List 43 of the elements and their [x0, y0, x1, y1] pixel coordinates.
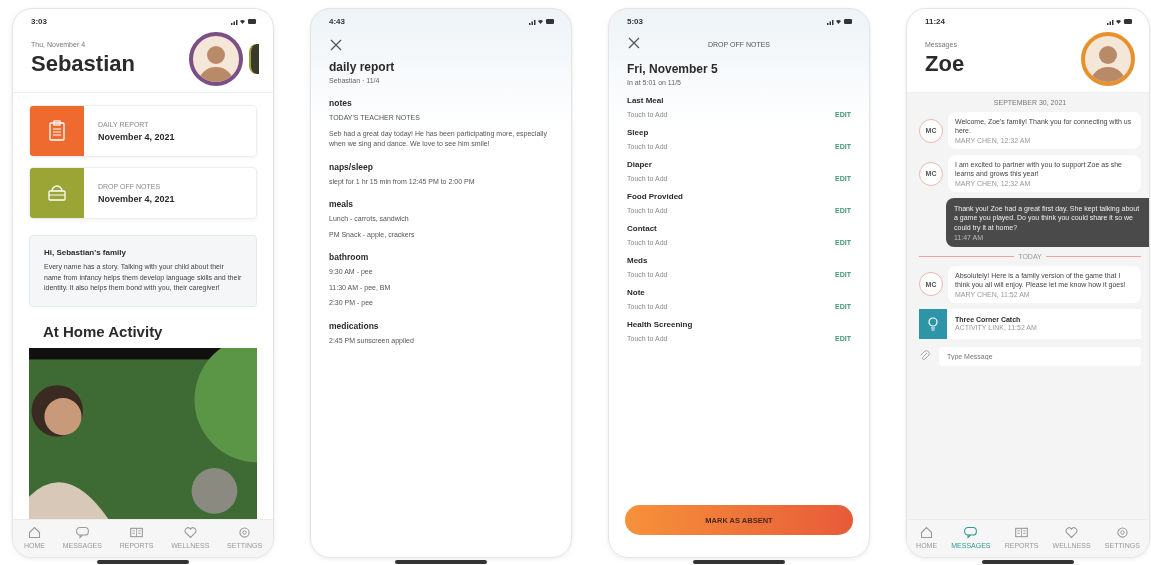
section-heading: bathroom: [329, 252, 370, 262]
report-title: daily report: [329, 60, 396, 74]
section-heading: medications: [329, 320, 380, 331]
heart-icon: [1064, 525, 1080, 540]
settings-icon: [1114, 525, 1130, 540]
home-icon: [26, 525, 42, 540]
section-heading: notes: [329, 98, 353, 108]
book-icon: [1014, 525, 1030, 540]
section-heading: At Home Activity: [42, 321, 164, 342]
child-name: Zoe: [925, 51, 965, 77]
signal-wifi-battery-icon: [529, 18, 555, 25]
status-time: 5:03: [627, 17, 643, 26]
settings-icon: [237, 525, 253, 540]
status-time: 11:24: [925, 17, 946, 26]
notes-date: Fri, November 5: [626, 62, 719, 76]
signal-wifi-battery-icon: [1107, 18, 1133, 25]
lightbulb-icon: [927, 316, 939, 331]
card-date: November 4, 2021: [98, 193, 175, 204]
book-icon: [129, 525, 145, 540]
child-name: Sebastian: [31, 51, 135, 77]
item-label: Meds: [627, 256, 649, 265]
status-time: 3:03: [31, 17, 47, 26]
item-label: Contact: [627, 224, 658, 233]
chat-bubble-icon: [74, 525, 90, 540]
item-label: Food Provided: [627, 192, 684, 201]
close-icon[interactable]: [329, 38, 343, 52]
item-label: Diaper: [627, 160, 653, 169]
signal-wifi-battery-icon: [231, 18, 257, 25]
info-title: Hi, Sebastian's family: [44, 248, 127, 257]
home-icon: [919, 525, 935, 540]
signal-wifi-battery-icon: [827, 18, 853, 25]
heart-icon: [182, 525, 198, 540]
item-label: Sleep: [627, 128, 650, 137]
paperclip-icon[interactable]: [919, 350, 931, 363]
card-date: November 4, 2021: [98, 131, 175, 142]
chat-bubble-icon: [963, 525, 979, 540]
close-icon[interactable]: [627, 36, 641, 50]
section-heading: meals: [329, 199, 355, 209]
item-label: Note: [627, 288, 646, 297]
item-label: Health Screening: [627, 320, 694, 329]
item-label: Last Meal: [627, 96, 665, 105]
section-heading: naps/sleep: [329, 161, 374, 172]
status-time: 4:43: [329, 17, 345, 26]
